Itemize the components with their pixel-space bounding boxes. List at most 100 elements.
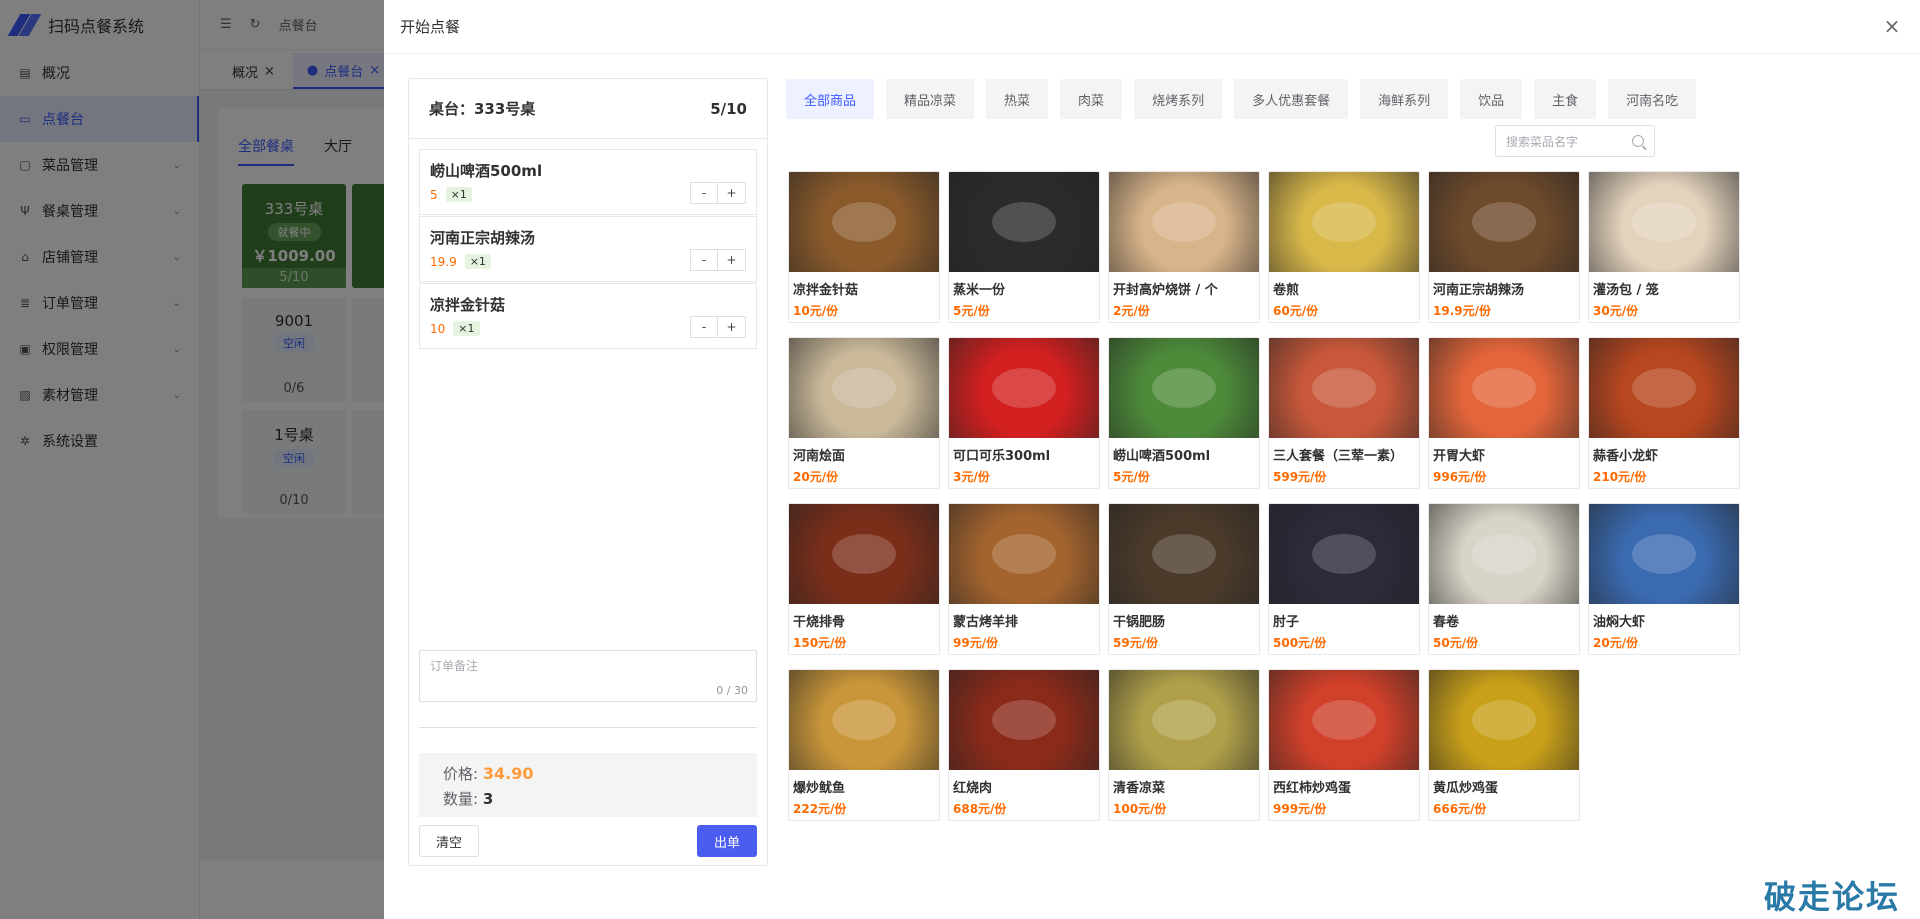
product-card[interactable]: 卷煎 60元/份 <box>1268 171 1420 323</box>
product-card[interactable]: 干烧排骨 150元/份 <box>788 503 940 655</box>
category-tab[interactable]: 全部商品 <box>786 79 875 119</box>
order-item: 凉拌金针菇 10 ×1 - + <box>419 283 757 349</box>
product-image <box>1269 338 1419 438</box>
product-price: 2元/份 <box>1113 304 1150 318</box>
product-card[interactable]: 油焖大虾 20元/份 <box>1588 503 1740 655</box>
category-tab[interactable]: 主食 <box>1534 79 1597 119</box>
increase-button[interactable]: + <box>718 316 746 338</box>
order-item-list: 崂山啤酒500ml 5 ×1 - + 河南正宗胡辣汤 19.9 ×1 - + 凉… <box>409 139 767 349</box>
product-card[interactable]: 爆炒鱿鱼 222元/份 <box>788 669 940 821</box>
product-price: 20元/份 <box>793 470 839 484</box>
search-icon <box>1632 135 1644 147</box>
count-value: 3 <box>482 790 494 808</box>
product-image <box>1269 504 1419 604</box>
product-name: 爆炒鱿鱼 <box>793 781 846 796</box>
product-name: 灌汤包 / 笼 <box>1593 283 1659 298</box>
order-header: 桌台：333号桌 5/10 <box>409 79 767 139</box>
product-card[interactable]: 蒙古烤羊排 99元/份 <box>948 503 1100 655</box>
product-card[interactable]: 干锅肥肠 59元/份 <box>1108 503 1260 655</box>
category-tab[interactable]: 热菜 <box>986 79 1049 119</box>
increase-button[interactable]: + <box>718 249 746 271</box>
product-image <box>789 504 939 604</box>
category-tab[interactable]: 精品凉菜 <box>886 79 975 119</box>
clear-button[interactable]: 清空 <box>419 825 479 857</box>
product-card[interactable]: 河南正宗胡辣汤 19.9元/份 <box>1428 171 1580 323</box>
product-name: 卷煎 <box>1273 283 1300 298</box>
product-name: 河南烩面 <box>793 449 846 464</box>
product-name: 开胃大虾 <box>1433 449 1486 464</box>
product-image <box>949 670 1099 770</box>
count-label: 数量: <box>443 790 479 808</box>
product-price: 210元/份 <box>1593 470 1647 484</box>
category-tab[interactable]: 肉菜 <box>1060 79 1123 119</box>
product-card[interactable]: 崂山啤酒500ml 5元/份 <box>1108 337 1260 489</box>
product-name: 开封高炉烧饼 / 个 <box>1113 283 1218 298</box>
product-card[interactable]: 灌汤包 / 笼 30元/份 <box>1588 171 1740 323</box>
product-card[interactable]: 蒜香小龙虾 210元/份 <box>1588 337 1740 489</box>
category-tab[interactable]: 饮品 <box>1460 79 1523 119</box>
product-card[interactable]: 开封高炉烧饼 / 个 2元/份 <box>1108 171 1260 323</box>
item-name: 河南正宗胡辣汤 <box>430 229 536 247</box>
product-price: 5元/份 <box>953 304 990 318</box>
category-tab[interactable]: 河南名吃 <box>1608 79 1697 119</box>
order-remark-field[interactable]: 订单备注 0 / 30 <box>419 650 757 702</box>
decrease-button[interactable]: - <box>690 182 718 204</box>
product-image <box>1429 338 1579 438</box>
product-price: 996元/份 <box>1433 470 1487 484</box>
product-card[interactable]: 清香凉菜 100元/份 <box>1108 669 1260 821</box>
product-name: 西红柿炒鸡蛋 <box>1273 781 1352 796</box>
order-panel: 桌台：333号桌 5/10 崂山啤酒500ml 5 ×1 - + 河南正宗胡辣汤… <box>408 78 768 866</box>
item-name: 凉拌金针菇 <box>430 296 506 314</box>
product-card[interactable]: 可口可乐300ml 3元/份 <box>948 337 1100 489</box>
product-price: 60元/份 <box>1273 304 1319 318</box>
price-value: 34.90 <box>482 764 534 783</box>
product-card[interactable]: 开胃大虾 996元/份 <box>1428 337 1580 489</box>
table-label: 桌台：333号桌 <box>429 100 536 118</box>
close-icon[interactable]: × <box>1882 16 1902 36</box>
increase-button[interactable]: + <box>718 182 746 204</box>
product-name: 春卷 <box>1433 615 1460 630</box>
product-image <box>789 172 939 272</box>
product-price: 10元/份 <box>793 304 839 318</box>
product-price: 5元/份 <box>1113 470 1150 484</box>
product-name: 干锅肥肠 <box>1113 615 1166 630</box>
product-image <box>949 504 1099 604</box>
product-image <box>789 670 939 770</box>
product-name: 蒙古烤羊排 <box>953 615 1019 630</box>
search-input[interactable]: 搜索菜品名字 <box>1495 125 1655 157</box>
product-card[interactable]: 蒸米一份 5元/份 <box>948 171 1100 323</box>
product-price: 666元/份 <box>1433 802 1487 816</box>
category-tabs: 全部商品 精品凉菜 热菜 肉菜 烧烤系列 多人优惠套餐 海鲜系列 饮品 主食 河南名吃 <box>786 79 1697 119</box>
order-item: 崂山啤酒500ml 5 ×1 - + <box>419 149 757 215</box>
product-image <box>1269 172 1419 272</box>
search-placeholder: 搜索菜品名字 <box>1506 134 1579 149</box>
product-image <box>1429 172 1579 272</box>
drawer-header: 开始点餐 × <box>384 0 1920 54</box>
decrease-button[interactable]: - <box>690 249 718 271</box>
product-price: 20元/份 <box>1593 636 1639 650</box>
product-image <box>1109 338 1259 438</box>
product-name: 油焖大虾 <box>1593 615 1646 630</box>
product-card[interactable]: 凉拌金针菇 10元/份 <box>788 171 940 323</box>
decrease-button[interactable]: - <box>690 316 718 338</box>
item-qty: ×1 <box>464 254 491 269</box>
product-card[interactable]: 肘子 500元/份 <box>1268 503 1420 655</box>
product-name: 三人套餐（三荤一素） <box>1273 449 1404 464</box>
category-tab[interactable]: 多人优惠套餐 <box>1234 79 1349 119</box>
product-name: 黄瓜炒鸡蛋 <box>1433 781 1499 796</box>
submit-order-button[interactable]: 出单 <box>697 825 757 857</box>
product-card[interactable]: 河南烩面 20元/份 <box>788 337 940 489</box>
product-card[interactable]: 黄瓜炒鸡蛋 666元/份 <box>1428 669 1580 821</box>
category-tab[interactable]: 烧烤系列 <box>1134 79 1223 119</box>
category-tab[interactable]: 海鲜系列 <box>1360 79 1449 119</box>
product-card[interactable]: 春卷 50元/份 <box>1428 503 1580 655</box>
watermark: 破走论坛 <box>1763 878 1900 916</box>
product-price: 100元/份 <box>1113 802 1167 816</box>
product-image <box>1109 172 1259 272</box>
item-price: 19.9 <box>430 254 457 269</box>
product-price: 500元/份 <box>1273 636 1327 650</box>
item-qty: ×1 <box>445 187 472 202</box>
product-card[interactable]: 红烧肉 688元/份 <box>948 669 1100 821</box>
product-card[interactable]: 西红柿炒鸡蛋 999元/份 <box>1268 669 1420 821</box>
product-card[interactable]: 三人套餐（三荤一素） 599元/份 <box>1268 337 1420 489</box>
